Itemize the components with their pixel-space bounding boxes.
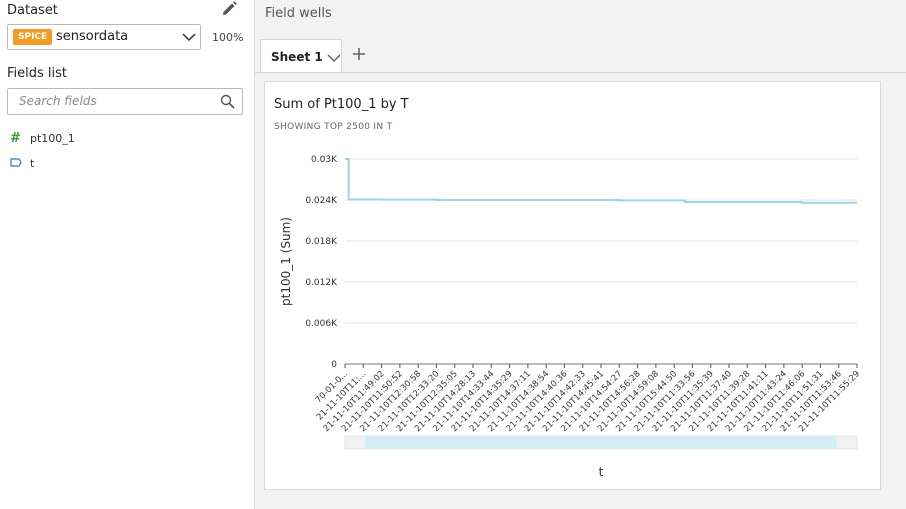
dataset-label: Dataset [7, 3, 58, 18]
dataset-name: sensordata [56, 29, 129, 44]
chevron-down-icon[interactable] [327, 52, 341, 64]
field-name: pt100_1 [30, 132, 75, 145]
spice-badge: SPICE [13, 29, 53, 45]
chevron-down-icon [182, 33, 196, 42]
field-item-t[interactable]: t [10, 157, 34, 175]
measure-hash-icon: # [10, 131, 21, 146]
y-tick-label: 0.024K [305, 196, 338, 206]
y-tick-label: 0.03K [311, 155, 338, 165]
field-wells[interactable]: Field wells [265, 6, 332, 21]
chart-svg: 00.006K0.012K0.018K0.024K0.03K70-01-0...… [279, 155, 862, 479]
search-field[interactable] [7, 88, 243, 115]
x-axis-label: t [599, 465, 604, 479]
dimension-tag-icon [10, 157, 26, 170]
field-item-pt100-1[interactable]: # pt100_1 [10, 131, 75, 149]
spice-percent: 100% [212, 31, 244, 44]
y-tick-label: 0.006K [305, 319, 338, 329]
fields-list-label: Fields list [7, 66, 68, 81]
search-input[interactable] [17, 93, 211, 109]
dataset-select[interactable]: SPICE sensordata [7, 24, 201, 50]
y-tick-label: 0 [331, 360, 337, 370]
edit-pencil-icon[interactable] [220, 0, 240, 18]
plus-icon[interactable] [351, 46, 367, 62]
tab-label: Sheet 1 [271, 50, 323, 64]
tab-sheet-1[interactable]: Sheet 1 [260, 39, 342, 72]
scrollbar-thumb[interactable] [365, 436, 837, 449]
data-panel: Dataset SPICE sensordata 100% Fields lis… [0, 0, 255, 509]
y-tick-label: 0.012K [305, 278, 338, 288]
y-tick-label: 0.018K [305, 237, 338, 247]
sheet-tab-bar: Sheet 1 [255, 38, 906, 73]
series-line-0 [345, 158, 857, 204]
search-icon [220, 94, 235, 109]
y-axis-label: pt100_1 (Sum) [279, 217, 293, 306]
line-chart-visual[interactable]: Sum of Pt100_1 by T SHOWING TOP 2500 IN … [264, 81, 881, 490]
field-name: t [30, 157, 35, 170]
